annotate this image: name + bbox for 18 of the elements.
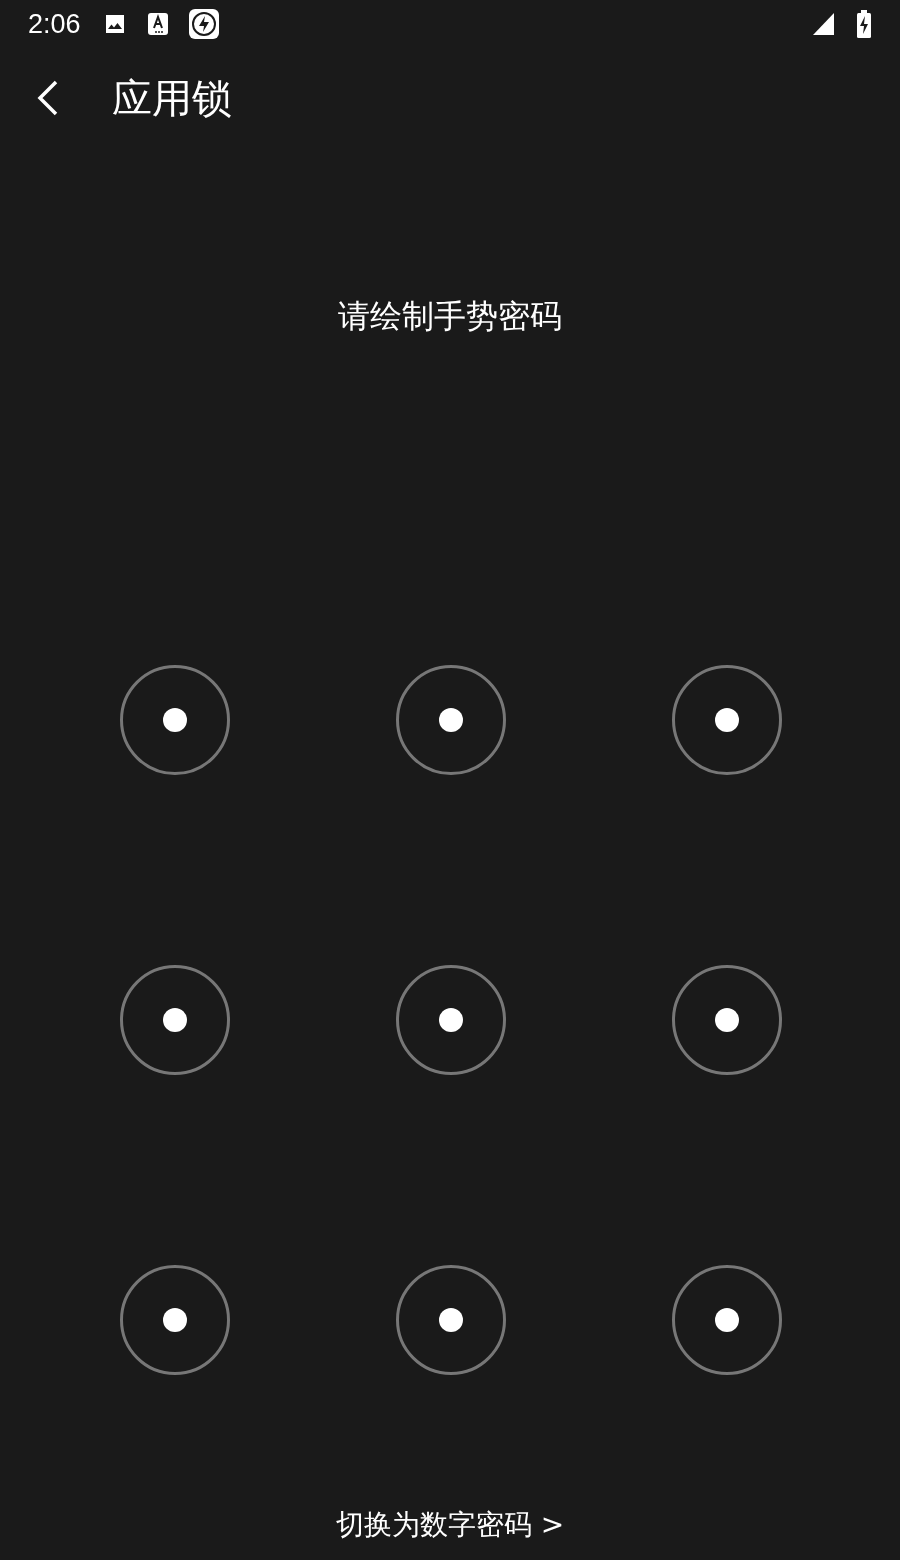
- pattern-node[interactable]: [396, 1265, 506, 1375]
- back-button[interactable]: [36, 80, 60, 116]
- signal-icon: [812, 12, 836, 36]
- pattern-node[interactable]: [672, 665, 782, 775]
- lightning-icon: [188, 9, 219, 39]
- status-time: 2:06: [28, 8, 81, 40]
- pattern-node[interactable]: [396, 965, 506, 1075]
- battery-icon: [856, 10, 872, 38]
- instruction-text: 请绘制手势密码: [337, 296, 563, 336]
- switch-link[interactable]: 切换为数字密码 >: [335, 1508, 565, 1541]
- screen-title: 应用锁: [112, 74, 232, 123]
- pattern-node[interactable]: [672, 1265, 782, 1375]
- pattern-node[interactable]: [672, 965, 782, 1075]
- pattern-node[interactable]: [120, 965, 230, 1075]
- pattern-node[interactable]: [120, 1265, 230, 1375]
- text-icon: [146, 12, 169, 36]
- pattern-node[interactable]: [120, 665, 230, 775]
- pattern-node[interactable]: [396, 665, 506, 775]
